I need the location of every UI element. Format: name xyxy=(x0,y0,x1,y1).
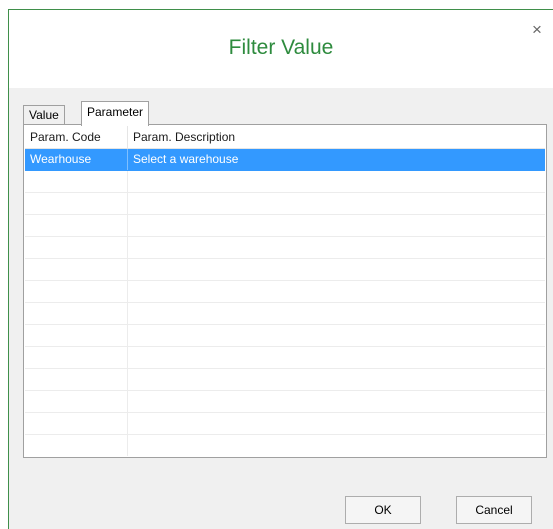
param-code-cell[interactable] xyxy=(25,281,128,302)
param-description-cell[interactable] xyxy=(128,215,545,236)
param-code-cell[interactable] xyxy=(25,259,128,280)
param-description-cell[interactable] xyxy=(128,259,545,280)
tab-value[interactable]: Value xyxy=(23,105,65,126)
column-header-param-description[interactable]: Param. Description xyxy=(128,126,545,148)
ok-button[interactable]: OK xyxy=(345,496,421,524)
cancel-button[interactable]: Cancel xyxy=(456,496,532,524)
table-row[interactable]: Wearhouse Select a warehouse xyxy=(25,149,545,171)
param-code-cell[interactable] xyxy=(25,215,128,236)
param-code-cell[interactable] xyxy=(25,237,128,258)
param-code-cell[interactable] xyxy=(25,171,128,192)
param-description-cell[interactable] xyxy=(128,347,545,368)
title-bar: Filter Value × xyxy=(9,10,553,88)
empty-table-row[interactable] xyxy=(25,281,545,303)
param-description-cell[interactable] xyxy=(128,237,545,258)
dialog-title: Filter Value xyxy=(228,36,334,59)
grid-rows: Wearhouse Select a warehouse xyxy=(25,149,545,456)
param-description-cell[interactable] xyxy=(128,303,545,324)
empty-table-row[interactable] xyxy=(25,171,545,193)
param-code-cell[interactable] xyxy=(25,413,128,434)
empty-table-row[interactable] xyxy=(25,413,545,435)
param-description-cell[interactable] xyxy=(128,391,545,412)
param-description-cell[interactable] xyxy=(128,435,545,456)
empty-table-row[interactable] xyxy=(25,193,545,215)
empty-table-row[interactable] xyxy=(25,391,545,413)
parameter-panel: Param. Code Param. Description Wearhouse… xyxy=(23,124,547,458)
param-code-cell[interactable] xyxy=(25,391,128,412)
param-description-cell[interactable]: Select a warehouse xyxy=(128,149,545,170)
param-code-cell[interactable] xyxy=(25,369,128,390)
param-code-cell[interactable] xyxy=(25,193,128,214)
param-code-cell[interactable] xyxy=(25,325,128,346)
empty-table-row[interactable] xyxy=(25,435,545,456)
param-description-cell[interactable] xyxy=(128,325,545,346)
param-description-cell[interactable] xyxy=(128,369,545,390)
param-code-cell[interactable] xyxy=(25,303,128,324)
tab-parameter[interactable]: Parameter xyxy=(81,101,150,126)
empty-table-row[interactable] xyxy=(25,347,545,369)
column-header-param-code[interactable]: Param. Code xyxy=(25,126,128,148)
empty-table-row[interactable] xyxy=(25,325,545,347)
param-description-cell[interactable] xyxy=(128,193,545,214)
param-description-cell[interactable] xyxy=(128,413,545,434)
param-description-cell[interactable] xyxy=(128,281,545,302)
filter-value-dialog: Filter Value × Value Parameter Param. Co… xyxy=(8,9,553,529)
empty-table-row[interactable] xyxy=(25,237,545,259)
parameter-grid[interactable]: Param. Code Param. Description Wearhouse… xyxy=(25,126,545,456)
param-code-cell[interactable] xyxy=(25,347,128,368)
empty-table-row[interactable] xyxy=(25,259,545,281)
empty-table-row[interactable] xyxy=(25,215,545,237)
empty-table-row[interactable] xyxy=(25,369,545,391)
close-icon[interactable]: × xyxy=(527,20,547,40)
param-code-cell[interactable] xyxy=(25,435,128,456)
grid-header: Param. Code Param. Description xyxy=(25,126,545,149)
empty-table-row[interactable] xyxy=(25,303,545,325)
param-description-cell[interactable] xyxy=(128,171,545,192)
param-code-cell[interactable]: Wearhouse xyxy=(25,149,128,170)
